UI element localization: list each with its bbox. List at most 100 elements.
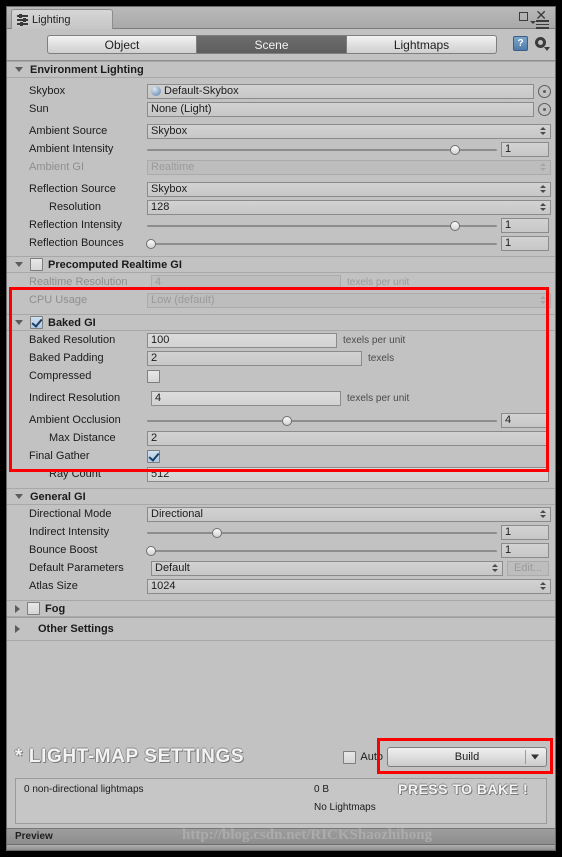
label-ray-count: Ray Count [49,468,101,480]
row-baked-resolution: Baked Resolution 100 texels per unit [7,331,555,349]
bounce-boost-slider[interactable] [145,543,497,558]
sun-object-field[interactable]: None (Light) [147,101,534,117]
ambient-intensity-slider[interactable] [147,142,497,157]
label-ambient-source: Ambient Source [29,125,108,137]
reflection-intensity-slider[interactable] [147,218,497,233]
reflection-bounces-value[interactable]: 1 [501,235,549,251]
baked-gi-checkbox[interactable] [30,316,43,329]
ambient-intensity-value[interactable]: 1 [501,141,549,157]
label-directional-mode: Directional Mode [29,508,112,520]
ray-count-input[interactable]: 512 [147,466,549,482]
chevron-updown-icon [540,127,546,135]
chevron-updown-icon [540,163,546,171]
label-reflection-bounces: Reflection Bounces [29,237,124,249]
gear-icon[interactable] [534,36,550,51]
indirect-resolution-input[interactable]: 4 [151,390,341,406]
chevron-down-icon[interactable] [15,320,23,325]
chevron-down-icon[interactable] [15,494,23,499]
chevron-updown-icon [540,185,546,193]
baked-padding-input[interactable]: 2 [147,350,362,366]
section-precomputed-realtime-gi[interactable]: Precomputed Realtime GI [7,256,555,273]
directional-mode-dropdown[interactable]: Directional [147,506,551,522]
label-baked-resolution: Baked Resolution [29,334,116,346]
auto-bake-label: Auto [360,751,383,763]
label-reflection-intensity: Reflection Intensity [29,219,122,231]
compressed-checkbox[interactable] [147,369,160,383]
build-button-label: Build [454,751,480,763]
ambient-occlusion-value[interactable]: 4 [501,412,549,428]
unit-texels-per-unit: texels per unit [347,392,410,404]
row-reflection-bounces: Reflection Bounces 1 [7,234,555,252]
auto-bake-checkbox[interactable] [343,750,357,764]
bounce-boost-value[interactable]: 1 [501,542,549,558]
chevron-down-icon[interactable] [15,262,23,267]
tab-scene[interactable]: Scene [197,35,347,54]
section-title: General GI [30,490,86,503]
realtime-resolution-input: 4 [151,274,341,290]
settings-scroll-body: Environment Lighting Skybox Default-Skyb… [7,61,555,736]
row-directional-mode: Directional Mode Directional [7,505,555,523]
build-button[interactable]: Build [387,747,547,767]
window-resize-strip[interactable] [7,844,555,850]
row-resolution: Resolution 128 [7,198,555,216]
label-ambient-gi: Ambient GI [29,161,85,173]
atlas-size-dropdown[interactable]: 1024 [147,578,551,594]
row-ambient-occlusion: Ambient Occlusion 4 [7,411,555,429]
label-cpu-usage: CPU Usage [29,294,88,306]
skybox-value: Default-Skybox [164,85,239,97]
section-title: Baked GI [48,316,96,329]
lighting-window: Lighting ✕ Object Scene Lightmaps ? Envi… [6,6,556,851]
object-picker-icon[interactable] [538,84,551,98]
row-skybox: Skybox Default-Skybox [7,82,555,100]
annotation-lightmap-settings: * LIGHT-MAP SETTINGS [15,746,245,767]
label-max-distance: Max Distance [49,432,116,444]
row-indirect-intensity: Indirect Intensity 1 [7,523,555,541]
row-cpu-usage: CPU Usage Low (default) [7,291,555,309]
chevron-right-icon[interactable] [15,625,20,633]
reflection-source-value: Skybox [151,183,188,195]
ambient-source-value: Skybox [151,125,188,137]
max-distance-input[interactable]: 2 [147,430,549,446]
label-resolution: Resolution [49,201,101,213]
resolution-dropdown[interactable]: 128 [147,199,551,215]
chevron-updown-icon [540,510,546,518]
chevron-down-icon[interactable] [15,67,23,72]
indirect-intensity-slider[interactable] [147,525,497,540]
baked-resolution-input[interactable]: 100 [147,332,337,348]
stat-lightmaps-count: 0 non-directional lightmaps [24,784,144,795]
chevron-down-icon[interactable] [531,754,539,760]
material-icon [151,86,161,96]
section-other-settings[interactable]: Other Settings [7,617,555,641]
section-general-gi[interactable]: General GI [7,488,555,505]
resolution-value: 128 [151,201,170,213]
preview-bar[interactable]: Preview http://blog.csdn.net/RICKShaozhi… [7,827,555,844]
label-indirect-intensity: Indirect Intensity [29,526,110,538]
skybox-object-field[interactable]: Default-Skybox [147,83,534,99]
fog-checkbox[interactable] [27,602,40,615]
chevron-right-icon[interactable] [15,604,20,613]
section-baked-gi[interactable]: Baked GI [7,314,555,331]
section-fog[interactable]: Fog [7,600,555,617]
section-environment-lighting[interactable]: Environment Lighting [7,61,555,78]
tab-object[interactable]: Object [47,35,197,54]
final-gather-checkbox[interactable] [147,449,160,463]
label-reflection-source: Reflection Source [29,183,116,195]
tab-lightmaps[interactable]: Lightmaps [347,35,497,54]
ambient-occlusion-slider[interactable] [147,413,497,428]
reflection-source-dropdown[interactable]: Skybox [147,181,551,197]
label-baked-padding: Baked Padding [29,352,104,364]
default-parameters-dropdown[interactable]: Default [151,560,503,576]
help-icon[interactable]: ? [513,36,528,51]
reflection-bounces-slider[interactable] [145,236,497,251]
tab-lighting[interactable]: Lighting [11,9,113,29]
ambient-source-dropdown[interactable]: Skybox [147,123,551,139]
precomputed-realtime-gi-checkbox[interactable] [30,258,43,271]
row-ambient-source: Ambient Source Skybox [7,122,555,140]
default-parameters-value: Default [155,562,190,574]
label-realtime-resolution: Realtime Resolution [29,276,128,288]
object-picker-icon[interactable] [538,102,551,116]
indirect-intensity-value[interactable]: 1 [501,524,549,540]
maximize-icon[interactable] [519,12,528,21]
reflection-intensity-value[interactable]: 1 [501,217,549,233]
row-sun: Sun None (Light) [7,100,555,118]
